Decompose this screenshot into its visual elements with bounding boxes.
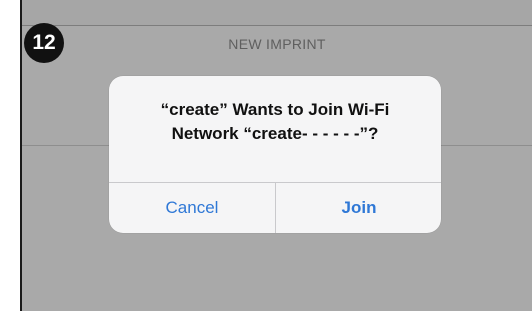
status-bar [22, 0, 532, 26]
alert-message-line-1: “create” Wants to Join Wi-Fi [160, 100, 390, 119]
cancel-button[interactable]: Cancel [109, 183, 275, 233]
alert-message: “create” Wants to Join Wi-Fi Network “cr… [109, 98, 441, 146]
step-number-badge: 12 [24, 23, 64, 63]
join-button[interactable]: Join [276, 183, 441, 233]
wifi-join-alert: “create” Wants to Join Wi-Fi Network “cr… [109, 76, 441, 233]
page-title: NEW IMPRINT [228, 36, 326, 52]
alert-message-line-2: Network “create- - - - - -”? [171, 124, 379, 143]
